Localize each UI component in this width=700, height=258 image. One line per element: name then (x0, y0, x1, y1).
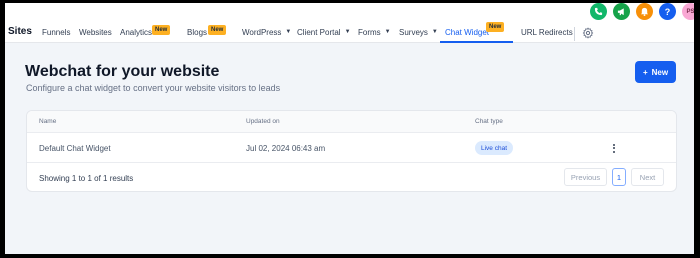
nav-client-portal[interactable]: Client Portal ▼ (297, 24, 351, 43)
nav-label: Funnels (42, 28, 71, 37)
column-header-chat-type: Chat type (475, 118, 503, 125)
widget-name[interactable]: Default Chat Widget (39, 144, 111, 153)
nav-label: Client Portal (297, 28, 341, 37)
nav-label: WordPress (242, 28, 282, 37)
plus-icon: + (642, 67, 648, 77)
widgets-table-card: Name Updated on Chat type Default Chat W… (26, 110, 677, 192)
chevron-down-icon: ▼ (344, 29, 351, 35)
app-window: ? PS Sites Funnels Websites Analytics Ne… (5, 3, 694, 254)
new-button[interactable]: + New (635, 61, 676, 83)
nav-label: Websites (79, 28, 112, 37)
help-icon[interactable]: ? (659, 3, 676, 20)
phone-icon[interactable] (590, 3, 607, 20)
new-badge: New (152, 25, 171, 35)
nav-label: Blogs (187, 28, 208, 37)
megaphone-icon[interactable] (613, 3, 630, 20)
new-badge: New (486, 22, 505, 32)
pagination-page-1[interactable]: 1 (612, 168, 626, 186)
gear-icon[interactable] (582, 27, 594, 39)
page-title: Webchat for your website (25, 63, 220, 80)
next-label: Next (639, 172, 656, 182)
nav-divider (574, 27, 575, 41)
new-badge: New (208, 25, 227, 35)
main-nav: Sites Funnels Websites Analytics New Blo… (5, 22, 694, 43)
results-count: Showing 1 to 1 of 1 results (39, 174, 134, 183)
page-subtitle: Configure a chat widget to convert your … (26, 83, 281, 93)
nav-label: Surveys (399, 28, 428, 37)
bell-icon[interactable] (636, 3, 653, 20)
top-header: ? PS Sites Funnels Websites Analytics Ne… (5, 3, 694, 43)
nav-surveys[interactable]: Surveys ▼ (399, 24, 438, 43)
nav-url-redirects[interactable]: URL Redirects (521, 24, 573, 43)
widget-updated: Jul 02, 2024 06:43 am (246, 144, 326, 153)
column-header-updated: Updated on (246, 118, 280, 125)
nav-websites[interactable]: Websites (79, 24, 112, 43)
nav-chat-widget[interactable]: Chat Widget New (440, 22, 513, 43)
nav-blogs[interactable]: Blogs New (187, 24, 227, 43)
pagination-previous-button[interactable]: Previous (564, 168, 607, 186)
chevron-down-icon: ▼ (285, 29, 292, 35)
nav-wordpress[interactable]: WordPress ▼ (242, 24, 291, 43)
pagination-next-button[interactable]: Next (631, 168, 664, 186)
new-button-label: New (651, 67, 669, 77)
column-header-name: Name (39, 118, 57, 125)
nav-label: Chat Widget (445, 28, 490, 37)
row-actions-menu-icon[interactable] (610, 141, 618, 155)
app-title: Sites (8, 26, 32, 37)
chevron-down-icon: ▼ (384, 29, 391, 35)
previous-label: Previous (570, 172, 601, 182)
table-row[interactable]: Default Chat Widget Jul 02, 2024 06:43 a… (27, 133, 676, 163)
nav-funnels[interactable]: Funnels (42, 24, 70, 43)
nav-forms[interactable]: Forms ▼ (358, 24, 391, 43)
nav-label: Forms (358, 28, 381, 37)
page-number: 1 (616, 172, 622, 182)
nav-label: URL Redirects (521, 28, 573, 37)
nav-label: Analytics (120, 28, 153, 37)
table-header: Name Updated on Chat type (27, 111, 676, 133)
chat-type-badge: Live chat (475, 141, 514, 155)
chevron-down-icon: ▼ (431, 29, 438, 35)
avatar[interactable]: PS (682, 3, 694, 20)
nav-analytics[interactable]: Analytics New (120, 24, 171, 43)
